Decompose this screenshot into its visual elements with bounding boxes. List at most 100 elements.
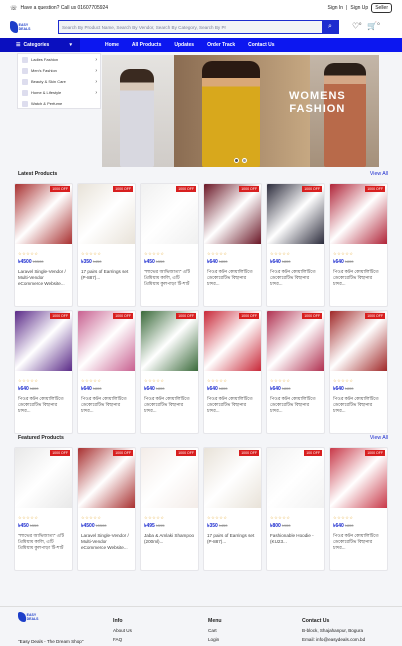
search-input[interactable]: Search By Product Name, Search By Vendor… <box>59 25 322 30</box>
nav-contact-us[interactable]: Contact Us <box>248 42 274 48</box>
product-card[interactable]: 1000 OFF ☆☆☆☆☆ ৳640৳800 পিওর কটন কোয়ালিটিত… <box>203 183 262 307</box>
product-card[interactable]: 1000 OFF ☆☆☆☆☆ ৳640৳800 পিওর কটন কোয়ালিটিত… <box>14 310 73 434</box>
nav-updates[interactable]: Updates <box>174 42 194 48</box>
product-card[interactable]: 1000 OFF ☆☆☆☆☆ ৳4500৳5500 Laravel Single-Ve… <box>14 183 73 307</box>
product-image[interactable]: 1000 OFF <box>267 311 324 371</box>
wishlist-icon[interactable]: ♡0 <box>352 21 361 31</box>
product-name[interactable]: Jaba & Amlaki Shampoo (200ml)... <box>144 533 195 551</box>
product-image[interactable]: 100 OFF <box>267 448 324 508</box>
rating-stars: ☆☆☆☆☆ <box>270 515 291 520</box>
category-item[interactable]: Beauty & Skin Care › <box>18 76 100 87</box>
carousel-dots <box>234 158 247 163</box>
discount-badge: 1000 OFF <box>239 186 259 192</box>
product-name[interactable]: পিওর কটন কোয়ালিটিতে ডেকোরেটিভ বিছানার চ… <box>270 269 321 287</box>
seller-button[interactable]: Seller <box>371 3 392 13</box>
rating-stars: ☆☆☆☆☆ <box>18 251 39 256</box>
product-name[interactable]: পিওর কটন কোয়ালিটিতে ডেকোরেটিভ বিছানার চ… <box>333 533 384 551</box>
footer-link-cart[interactable]: Cart <box>208 626 222 635</box>
sign-up-link[interactable]: Sign Up <box>350 5 368 11</box>
product-card[interactable]: 1000 OFF ☆☆☆☆☆ ৳640৳800 পিওর কটন কোয়ালিটিত… <box>266 183 325 307</box>
product-card[interactable]: 1000 OFF ☆☆☆☆☆ ৳350৳450 17 pairs of Earring… <box>203 447 262 571</box>
footer-logo[interactable]: EASY DEALS <box>18 611 48 623</box>
product-image[interactable]: 1000 OFF <box>330 184 387 244</box>
product-price: ৳640৳800 <box>144 386 165 392</box>
product-name[interactable]: পিওর কটন কোয়ালিটিতে ডেকোরেটিভ বিছানার চ… <box>333 396 384 414</box>
product-name[interactable]: Fashionable Hoodie - (KU23... <box>270 533 321 551</box>
product-image[interactable]: 1000 OFF <box>15 448 72 508</box>
product-card[interactable]: 1000 OFF ☆☆☆☆☆ ৳450৳550 "লাভের আভিজাত্য" এট… <box>14 447 73 571</box>
product-image[interactable]: 1000 OFF <box>204 184 261 244</box>
nav-order-track[interactable]: Order Track <box>207 42 235 48</box>
phone-icon: ☏ <box>10 5 18 12</box>
product-card[interactable]: 1000 OFF ☆☆☆☆☆ ৳640৳800 পিওর কটন কোয়ালিটিত… <box>140 310 199 434</box>
product-image[interactable]: 1000 OFF <box>78 311 135 371</box>
product-card[interactable]: 1000 OFF ☆☆☆☆☆ ৳640৳800 পিওর কটন কোয়ালিটিত… <box>329 310 388 434</box>
site-logo[interactable]: EASY DEALS <box>10 20 40 34</box>
categories-toggle[interactable]: ☰ Categories ▾ <box>0 38 80 52</box>
product-image[interactable]: 1000 OFF <box>204 448 261 508</box>
product-name[interactable]: "লাভের আভিজাত্য" এটি প্রিমিয়াম কালি, এট… <box>144 269 195 287</box>
product-name[interactable]: পিওর কটন কোয়ালিটিতে ডেকোরেটিভ বিছানার চ… <box>207 269 258 287</box>
product-image[interactable]: 1000 OFF <box>267 184 324 244</box>
product-name[interactable]: পিওর কটন কোয়ালিটিতে ডেকোরেটিভ বিছানার চ… <box>18 396 69 414</box>
product-image[interactable]: 1000 OFF <box>330 311 387 371</box>
old-price: ৳550 <box>29 523 39 528</box>
search-button[interactable]: ⌕ <box>322 20 338 34</box>
product-card[interactable]: 1000 OFF ☆☆☆☆☆ ৳640৳800 পিওর কটন কোয়ালিটিত… <box>266 310 325 434</box>
cart-icon[interactable]: 🛒0 <box>367 21 379 31</box>
category-item[interactable]: Men's Fashion › <box>18 65 100 76</box>
footer-link-login[interactable]: Login <box>208 635 222 644</box>
product-name[interactable]: পিওর কটন কোয়ালিটিতে ডেকোরেটিভ বিছানার চ… <box>207 396 258 414</box>
product-card[interactable]: 1000 OFF ☆☆☆☆☆ ৳4500৳5500 Laravel Single-Ve… <box>77 447 136 571</box>
product-name[interactable]: পিওর কটন কোয়ালিটিতে ডেকোরেটিভ বিছানার চ… <box>333 269 384 287</box>
product-image[interactable]: 1000 OFF <box>78 184 135 244</box>
footer-email[interactable]: Email: info@easydeals.com.bd <box>302 635 365 644</box>
nav-all-products[interactable]: All Products <box>132 42 161 48</box>
category-item[interactable]: Ladies Fashion › <box>18 54 100 65</box>
category-item[interactable]: Watch & Perfume <box>18 98 100 109</box>
sign-in-link[interactable]: Sign In <box>328 5 344 11</box>
discount-badge: 1000 OFF <box>239 450 259 456</box>
product-name[interactable]: Laravel Single-Vendor / Multi-Vendor eCo… <box>81 533 132 551</box>
product-image[interactable]: 1000 OFF <box>204 311 261 371</box>
product-name[interactable]: পিওর কটন কোয়ালিটিতে ডেকোরেটিভ বিছানার চ… <box>270 396 321 414</box>
carousel-dot[interactable] <box>234 158 239 163</box>
product-image[interactable]: 1000 OFF <box>141 311 198 371</box>
product-image[interactable]: 1000 OFF <box>78 448 135 508</box>
product-image[interactable]: 1000 OFF <box>141 184 198 244</box>
product-name[interactable]: 17 pairs of Earrings set (P-887)... <box>81 269 132 287</box>
product-name[interactable]: Laravel Single-Vendor / Multi-Vendor eCo… <box>18 269 69 287</box>
rating-stars: ☆☆☆☆☆ <box>18 378 39 383</box>
product-name[interactable]: "লাভের আভিজাত্য" এটি প্রিমিয়াম কালি, এট… <box>18 533 69 551</box>
category-icon <box>22 89 28 96</box>
product-price: ৳4500৳5500 <box>18 259 44 265</box>
product-name[interactable]: 17 pairs of Earrings set (P-887)... <box>207 533 258 551</box>
product-name[interactable]: পিওর কটন কোয়ালিটিতে ডেকোরেটিভ বিছানার চ… <box>81 396 132 414</box>
product-price: ৳450৳550 <box>144 259 165 265</box>
view-all-link[interactable]: View All <box>370 171 388 177</box>
product-card[interactable]: 100 OFF ☆☆☆☆☆ ৳800৳900 Fashionable Hoodie -… <box>266 447 325 571</box>
nav-home[interactable]: Home <box>105 42 119 48</box>
product-card[interactable]: 1000 OFF ☆☆☆☆☆ ৳640৳800 পিওর কটন কোয়ালিটিত… <box>203 310 262 434</box>
product-image[interactable]: 1000 OFF <box>141 448 198 508</box>
product-card[interactable]: 1000 OFF ☆☆☆☆☆ ৳450৳550 "লাভের আভিজাত্য" এট… <box>140 183 199 307</box>
footer-link-about[interactable]: About Us <box>113 626 132 635</box>
rating-stars: ☆☆☆☆☆ <box>144 515 165 520</box>
product-card[interactable]: 1000 OFF ☆☆☆☆☆ ৳640৳800 পিওর কটন কোয়ালিটিত… <box>329 447 388 571</box>
product-card[interactable]: 1000 OFF ☆☆☆☆☆ ৳495৳595 Jaba & Amlaki Shamp… <box>140 447 199 571</box>
view-all-link[interactable]: View All <box>370 435 388 441</box>
site-footer: EASY DEALS "Easy Deals - The Dream Shop"… <box>0 606 402 646</box>
product-name[interactable]: পিওর কটন কোয়ালিটিতে ডেকোরেটিভ বিছানার চ… <box>144 396 195 414</box>
product-card[interactable]: 1000 OFF ☆☆☆☆☆ ৳350৳450 17 pairs of Earring… <box>77 183 136 307</box>
product-card[interactable]: 1000 OFF ☆☆☆☆☆ ৳640৳800 পিওর কটন কোয়ালিটিত… <box>77 310 136 434</box>
old-price: ৳450 <box>218 523 228 528</box>
category-item[interactable]: Home & Lifestyle › <box>18 87 100 98</box>
footer-link-faq[interactable]: FAQ <box>113 635 132 644</box>
rating-stars: ☆☆☆☆☆ <box>144 251 165 256</box>
product-card[interactable]: 1000 OFF ☆☆☆☆☆ ৳640৳800 পিওর কটন কোয়ালিটিত… <box>329 183 388 307</box>
product-image[interactable]: 1000 OFF <box>15 184 72 244</box>
carousel-dot[interactable] <box>242 158 247 163</box>
hero-banner[interactable]: WOMENS FASHION <box>102 55 379 167</box>
product-image[interactable]: 1000 OFF <box>330 448 387 508</box>
product-image[interactable]: 1000 OFF <box>15 311 72 371</box>
